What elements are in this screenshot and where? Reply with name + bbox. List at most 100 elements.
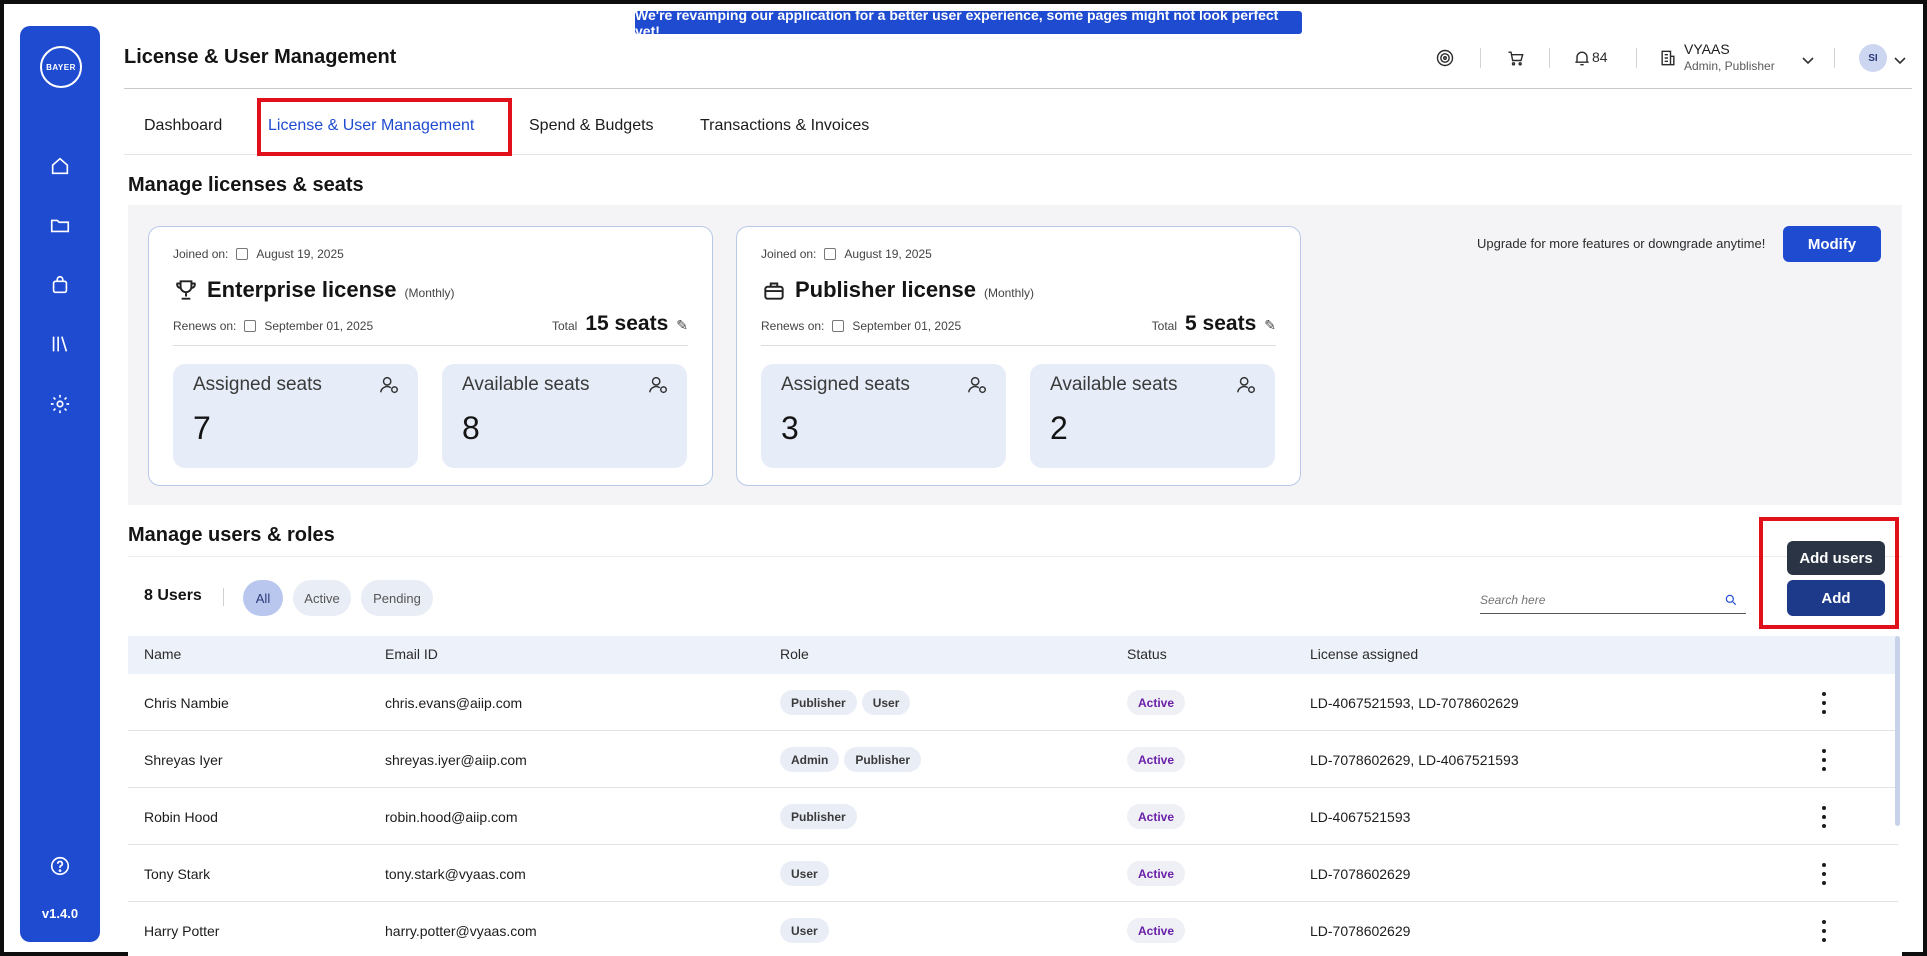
library-icon[interactable] — [48, 332, 72, 356]
assigned-seats-box: Assigned seats 3 — [761, 364, 1006, 468]
tab-dashboard[interactable]: Dashboard — [144, 117, 222, 135]
filter-all[interactable]: All — [243, 580, 283, 616]
renews-label: Renews on: — [761, 319, 825, 333]
home-icon[interactable] — [48, 154, 72, 178]
calendar-icon — [236, 248, 249, 260]
folder-icon[interactable] — [48, 213, 72, 237]
highlight-box — [257, 98, 512, 156]
table-row[interactable]: Harry Potter harry.potter@vyaas.com User Ac… — [128, 902, 1898, 956]
user-name: Robin Hood — [144, 808, 218, 825]
bell-icon[interactable] — [1570, 46, 1594, 70]
total-seats-value: 5 seats — [1185, 312, 1257, 335]
user-email: robin.hood@aiip.com — [385, 808, 518, 825]
user-settings-icon — [378, 374, 400, 396]
sidebar: BAYER v1.4.0 — [20, 26, 100, 942]
renews-label: Renews on: — [173, 319, 237, 333]
calendar-icon — [244, 320, 257, 332]
user-roles: Admin Publisher — [780, 731, 926, 788]
revamp-banner: We're revamping our application for a be… — [635, 7, 1302, 39]
role-badge: Publisher — [780, 804, 857, 829]
table-row[interactable]: Shreyas Iyer shreyas.iyer@aiip.com Admin Pu… — [128, 731, 1898, 788]
more-options-icon[interactable] — [1818, 920, 1830, 942]
target-icon[interactable] — [1433, 46, 1457, 70]
notifications-count[interactable]: 84 — [1592, 49, 1608, 65]
highlight-box — [1759, 517, 1899, 629]
tab-spend-budgets[interactable]: Spend & Budgets — [529, 117, 654, 135]
available-seats-box: Available seats 8 — [442, 364, 687, 468]
bag-icon[interactable] — [48, 273, 72, 297]
header-divider — [1636, 48, 1637, 68]
role-badge: Admin — [780, 747, 840, 772]
assigned-seats-value: 7 — [193, 410, 211, 446]
user-email: harry.potter@vyaas.com — [385, 922, 537, 939]
joined-label: Joined on: — [761, 247, 817, 261]
user-name: Shreyas Iyer — [144, 751, 223, 768]
kebab-dot — [1822, 929, 1826, 933]
modify-button[interactable]: Modify — [1783, 226, 1881, 262]
role-badge: User — [861, 690, 911, 715]
role-badge: User — [780, 861, 829, 886]
status-badge: Active — [1127, 747, 1186, 772]
pencil-icon[interactable]: ✎ — [1264, 317, 1276, 334]
assigned-seats-label: Assigned seats — [193, 374, 322, 395]
header-divider — [1834, 48, 1835, 68]
total-seats: Total 5 seats ✎ — [1152, 312, 1276, 336]
kebab-dot — [1822, 692, 1826, 696]
user-name: Harry Potter — [144, 922, 220, 939]
table-row[interactable]: Chris Nambie chris.evans@aiip.com Publishe… — [128, 674, 1898, 731]
kebab-dot — [1822, 920, 1826, 924]
search-icon[interactable] — [1724, 593, 1738, 607]
role-badge: Publisher — [780, 690, 857, 715]
user-license: LD-7078602629, LD-4067521593 — [1310, 751, 1519, 768]
column-header-email[interactable]: Email ID — [385, 646, 438, 662]
column-header-role[interactable]: Role — [780, 646, 809, 662]
search-input[interactable] — [1480, 588, 1710, 612]
license-name: Enterprise license — [207, 277, 397, 302]
filter-pending[interactable]: Pending — [361, 580, 433, 616]
settings-icon[interactable] — [48, 392, 72, 416]
user-email: tony.stark@vyaas.com — [385, 865, 526, 882]
bayer-logo[interactable]: BAYER — [40, 46, 82, 88]
more-options-icon[interactable] — [1818, 692, 1830, 714]
available-seats-label: Available seats — [1050, 374, 1178, 395]
column-header-name[interactable]: Name — [144, 646, 181, 662]
users-section-title: Manage users & roles — [128, 524, 335, 546]
column-header-license[interactable]: License assigned — [1310, 646, 1418, 662]
more-options-icon[interactable] — [1818, 863, 1830, 885]
license-title: Publisher license (Monthly) — [761, 277, 1034, 303]
table-row[interactable]: Tony Stark tony.stark@vyaas.com User Active… — [128, 845, 1898, 902]
avatar[interactable]: SI — [1859, 44, 1887, 72]
kebab-dot — [1822, 863, 1826, 867]
header-divider — [1480, 48, 1481, 68]
help-icon[interactable] — [48, 854, 72, 878]
more-options-icon[interactable] — [1818, 749, 1830, 771]
user-status: Active — [1127, 674, 1186, 731]
kebab-dot — [1822, 710, 1826, 714]
chevron-down-icon[interactable] — [1894, 52, 1906, 65]
chevron-down-icon[interactable] — [1802, 52, 1814, 65]
user-roles: User — [780, 902, 834, 956]
user-roles: Publisher User — [780, 674, 915, 731]
table-row[interactable]: Robin Hood robin.hood@aiip.com Publisher Ac… — [128, 788, 1898, 845]
user-status: Active — [1127, 788, 1186, 845]
total-label: Total — [552, 319, 578, 333]
column-header-status[interactable]: Status — [1127, 646, 1167, 662]
joined-label: Joined on: — [173, 247, 229, 261]
license-card-publisher: Joined on: August 19, 2025 Publisher lic… — [736, 226, 1301, 486]
status-badge: Active — [1127, 690, 1186, 715]
user-license: LD-7078602629 — [1310, 922, 1411, 939]
more-options-icon[interactable] — [1818, 806, 1830, 828]
org-name[interactable]: VYAAS — [1684, 41, 1730, 57]
scrollbar[interactable] — [1895, 636, 1900, 826]
kebab-dot — [1822, 749, 1826, 753]
cart-icon[interactable] — [1504, 46, 1528, 70]
count-divider — [223, 588, 224, 606]
status-badge: Active — [1127, 861, 1186, 886]
user-license: LD-7078602629 — [1310, 865, 1411, 882]
available-seats-value: 2 — [1050, 410, 1068, 446]
pencil-icon[interactable]: ✎ — [676, 317, 688, 334]
app-version: v1.4.0 — [41, 906, 79, 921]
tab-transactions-invoices[interactable]: Transactions & Invoices — [700, 117, 869, 135]
filter-active[interactable]: Active — [293, 580, 351, 616]
total-seats-value: 15 seats — [585, 312, 669, 335]
